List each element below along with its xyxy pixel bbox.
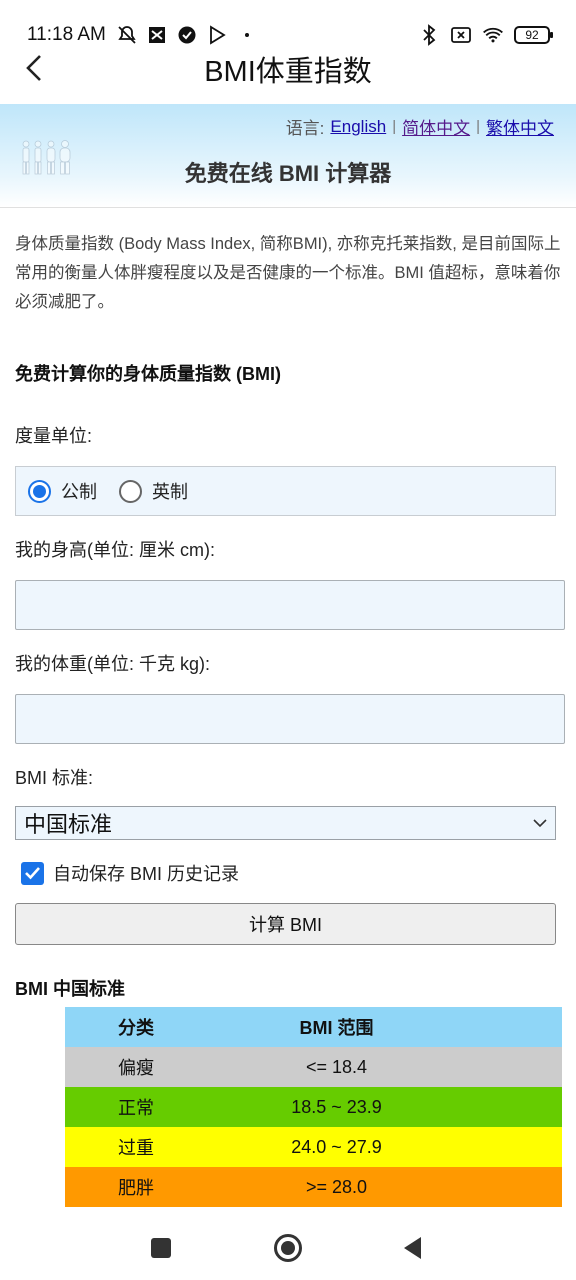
unit-label: 度量单位:	[15, 426, 93, 446]
standard-select-value: 中国标准	[24, 812, 113, 837]
metric-radio-label[interactable]: 公制	[61, 478, 97, 504]
lang-separator: |	[476, 118, 480, 135]
table-row: 肥胖 >= 28.0	[65, 1167, 562, 1207]
lang-link-traditional[interactable]: 繁体中文	[486, 114, 554, 139]
table-cell-range: <= 18.4	[305, 1056, 368, 1077]
metric-radio[interactable]	[28, 479, 51, 503]
app-bar: BMI体重指数	[0, 40, 576, 100]
site-title: 免费在线 BMI 计算器	[184, 161, 392, 186]
table-cell-category: 偏瘦	[118, 1058, 154, 1078]
language-label: 语言:	[285, 119, 325, 138]
table-row: 正常 18.5 ~ 23.9	[65, 1087, 562, 1127]
square-icon	[151, 1238, 171, 1258]
calculator-section-title: 免费计算你的身体质量指数 (BMI)	[15, 364, 281, 384]
system-nav-bar	[0, 1210, 576, 1280]
intro-text: 身体质量指数 (Body Mass Index, 简称BMI), 亦称克托莱指数…	[15, 235, 561, 311]
main-content: 身体质量指数 (Body Mass Index, 简称BMI), 亦称克托莱指数…	[15, 230, 565, 1001]
table-cell-category: 肥胖	[118, 1178, 154, 1198]
bmi-standard-table: 分类 BMI 范围 偏瘦 <= 18.4 正常 18.5 ~ 23.9 过重 2…	[65, 1007, 562, 1207]
height-input[interactable]	[15, 580, 565, 630]
weight-label: 我的体重(单位: 千克 kg):	[15, 654, 211, 674]
table-cell-category: 正常	[118, 1098, 154, 1118]
standard-label: BMI 标准:	[15, 768, 94, 788]
lang-link-english[interactable]: English	[330, 117, 386, 137]
site-header: 语言: English | 简体中文 | 繁体中文 免费在线 BMI 计算器	[0, 104, 576, 208]
calculate-bmi-button[interactable]: 计算 BMI	[15, 903, 556, 945]
back-nav-button[interactable]	[394, 1230, 430, 1266]
triangle-back-icon	[404, 1237, 421, 1259]
table-header-row: 分类 BMI 范围	[65, 1007, 562, 1047]
chevron-down-icon	[533, 819, 547, 828]
weight-input[interactable]	[15, 694, 565, 744]
lang-link-simplified[interactable]: 简体中文	[402, 114, 470, 139]
checkmark-icon	[25, 867, 40, 880]
language-switcher: 语言: English | 简体中文 | 繁体中文	[286, 114, 554, 139]
table-cell-category: 过重	[118, 1138, 154, 1158]
table-row: 偏瘦 <= 18.4	[65, 1047, 562, 1087]
autosave-row: 自动保存 BMI 历史记录	[15, 860, 561, 886]
table-header-range: BMI 范围	[211, 1007, 562, 1047]
autosave-checkbox[interactable]	[21, 861, 44, 885]
standard-table-title: BMI 中国标准	[15, 979, 125, 999]
table-cell-range: 24.0 ~ 27.9	[291, 1136, 382, 1157]
unit-radio-group: 公制 英制	[15, 466, 556, 516]
imperial-radio[interactable]	[119, 479, 142, 503]
page-title: BMI体重指数	[204, 56, 372, 88]
table-cell-range: >= 28.0	[305, 1176, 368, 1197]
lang-separator: |	[392, 118, 397, 135]
table-row: 过重 24.0 ~ 27.9	[65, 1127, 562, 1167]
home-button[interactable]	[270, 1230, 306, 1266]
autosave-label[interactable]: 自动保存 BMI 历史记录	[53, 860, 239, 886]
standard-select[interactable]: 中国标准	[15, 806, 556, 840]
recents-button[interactable]	[143, 1230, 179, 1266]
table-cell-range: 18.5 ~ 23.9	[291, 1096, 382, 1117]
height-label: 我的身高(单位: 厘米 cm):	[15, 540, 215, 560]
table-header-category: 分类	[65, 1007, 211, 1047]
imperial-radio-label[interactable]: 英制	[152, 478, 188, 504]
home-circle-icon	[274, 1234, 302, 1262]
